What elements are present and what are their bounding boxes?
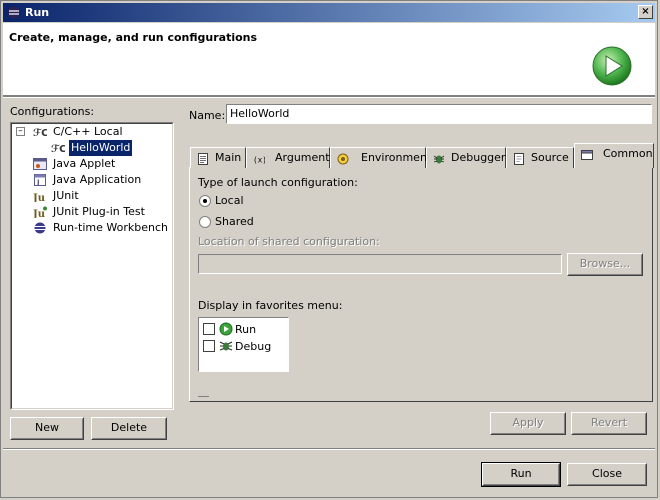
tree-item-label: Java Applet bbox=[53, 157, 116, 170]
banner-title: Create, manage, and run configurations bbox=[9, 31, 258, 44]
tab-label: Debugger bbox=[451, 151, 506, 164]
run-dialog: Run × Create, manage, and run configurat… bbox=[0, 0, 658, 498]
delete-button[interactable]: Delete bbox=[91, 417, 167, 440]
debug-favorite-checkbox[interactable] bbox=[203, 340, 215, 352]
cpp-launch-icon: ℱC bbox=[51, 144, 65, 154]
junit-plugin-icon: Ju bbox=[33, 206, 47, 218]
tab-environment[interactable]: Environment bbox=[330, 147, 431, 168]
run-button[interactable]: Run bbox=[481, 462, 561, 487]
tab-label: Arguments bbox=[275, 151, 336, 164]
junit-icon: Ju bbox=[33, 193, 45, 202]
tree-item-label: JUnit bbox=[53, 189, 79, 202]
name-label: Name: bbox=[189, 109, 226, 122]
debug-small-icon bbox=[219, 341, 233, 351]
tree-item-label: C/C++ Local bbox=[53, 125, 123, 138]
title-bar[interactable]: Run × bbox=[3, 3, 655, 22]
window-title: Run bbox=[25, 6, 50, 19]
tree-item-label: Java Application bbox=[53, 173, 142, 186]
tab-arguments[interactable]: (x) Arguments bbox=[246, 147, 335, 168]
debugger-tab-icon bbox=[433, 155, 445, 164]
favorites-label: Display in favorites menu: bbox=[198, 299, 343, 312]
main-tab-icon bbox=[198, 153, 208, 165]
shared-radio-label: Shared bbox=[215, 215, 254, 228]
eclipse-icon bbox=[8, 6, 20, 19]
java-applet-icon bbox=[33, 158, 47, 170]
tree-item-label: JUnit Plug-in Test bbox=[53, 205, 145, 218]
dialog-banner: Create, manage, and run configurations bbox=[3, 23, 655, 96]
window-close-button[interactable]: × bbox=[638, 5, 653, 19]
local-radio[interactable] bbox=[199, 195, 211, 207]
svg-text:ℱC: ℱC bbox=[51, 144, 65, 154]
tree-collapse-toggle[interactable]: – bbox=[16, 127, 25, 136]
tab-label: Environment bbox=[361, 151, 432, 164]
debug-favorite-label: Debug bbox=[235, 340, 272, 353]
tab-debugger[interactable]: Debugger bbox=[426, 147, 506, 168]
shared-location-label: Location of shared configuration: bbox=[198, 235, 380, 248]
run-small-icon bbox=[219, 322, 233, 336]
svg-text:Ju: Ju bbox=[33, 209, 45, 218]
tree-item-label: HelloWorld bbox=[69, 140, 133, 156]
browse-button[interactable]: Browse... bbox=[567, 253, 643, 276]
svg-text:J: J bbox=[36, 179, 40, 187]
environment-tab-icon bbox=[337, 153, 349, 165]
local-radio-label: Local bbox=[215, 194, 244, 207]
source-tab-icon bbox=[514, 153, 524, 165]
arguments-tab-icon: (x) bbox=[253, 155, 265, 164]
revert-button[interactable]: Revert bbox=[571, 412, 647, 435]
banner-separator bbox=[3, 96, 655, 98]
tab-common[interactable]: Common bbox=[574, 143, 654, 168]
shared-radio[interactable] bbox=[199, 216, 211, 228]
tab-label: Source bbox=[531, 151, 569, 164]
name-input[interactable]: HelloWorld bbox=[226, 104, 652, 124]
java-app-icon: J bbox=[34, 174, 46, 187]
tab-label: Common bbox=[603, 147, 653, 160]
apply-button[interactable]: Apply bbox=[490, 412, 566, 435]
footer-separator bbox=[3, 448, 655, 450]
new-button[interactable]: New bbox=[10, 417, 84, 440]
configurations-label: Configurations: bbox=[10, 105, 95, 118]
cpp-config-icon: ℱC bbox=[33, 128, 47, 138]
shared-location-input[interactable] bbox=[198, 254, 562, 274]
workbench-icon bbox=[34, 222, 46, 234]
scroll-hint bbox=[198, 396, 209, 397]
tab-label: Main bbox=[215, 151, 242, 164]
run-large-icon bbox=[592, 46, 632, 86]
common-tab-icon bbox=[581, 150, 593, 160]
svg-text:Ju: Ju bbox=[33, 193, 45, 202]
tree-item-label: Run-time Workbench bbox=[53, 221, 169, 234]
run-favorite-label: Run bbox=[235, 323, 257, 336]
tab-source[interactable]: Source bbox=[506, 147, 574, 168]
close-button[interactable]: Close bbox=[567, 463, 647, 486]
svg-text:ℱC: ℱC bbox=[33, 128, 47, 138]
launch-type-label: Type of launch configuration: bbox=[198, 176, 358, 189]
run-favorite-checkbox[interactable] bbox=[203, 323, 215, 335]
tab-main[interactable]: Main bbox=[190, 147, 246, 168]
svg-text:(x): (x) bbox=[253, 155, 265, 164]
